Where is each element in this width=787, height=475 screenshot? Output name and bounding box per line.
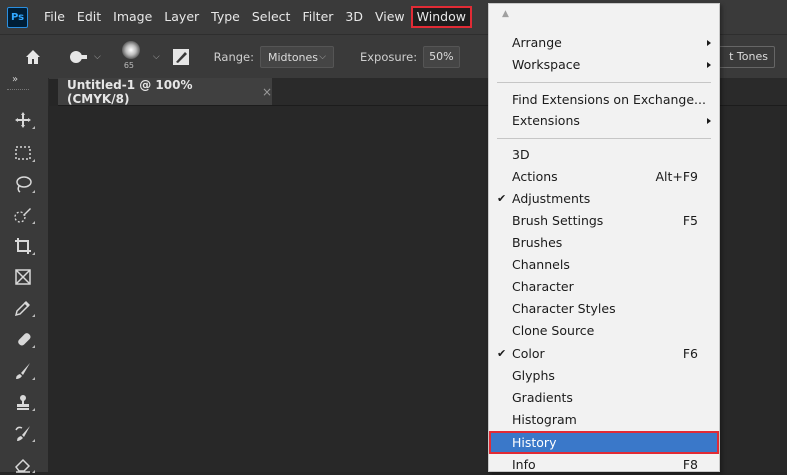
menu-item-3d[interactable]: 3D (489, 144, 719, 166)
menu-item-glyphs[interactable]: Glyphs (489, 365, 719, 387)
brush-preset-picker[interactable]: 65 (115, 39, 147, 75)
photoshop-logo-icon[interactable]: Ps (7, 6, 28, 28)
menu-item-label: Actions (512, 169, 558, 184)
menu-item-label: History (512, 435, 557, 450)
menu-3d[interactable]: 3D (339, 6, 369, 28)
home-icon[interactable] (24, 48, 42, 66)
lasso-tool-icon[interactable] (10, 173, 36, 195)
menu-item-shortcut: F8 (682, 457, 698, 472)
menu-item-find-extensions[interactable]: Find Extensions on Exchange... (489, 89, 719, 111)
tools-panel: » (0, 74, 49, 473)
menu-item-arrange[interactable]: Arrange (489, 32, 719, 54)
menu-item-channels[interactable]: Channels (489, 254, 719, 276)
range-label: Range: (213, 50, 254, 64)
protect-tones-checkbox-label[interactable]: t Tones (713, 46, 775, 68)
menu-item-label: Info (512, 457, 536, 472)
menu-item-label: Workspace (512, 57, 581, 72)
chevron-down-icon: ⌵ (94, 52, 101, 62)
menu-image[interactable]: Image (107, 6, 158, 28)
menu-item-label: Brush Settings (512, 213, 604, 228)
healing-brush-tool-icon[interactable] (10, 328, 36, 350)
menu-item-character[interactable]: Character (489, 276, 719, 298)
menu-item-workspace[interactable]: Workspace (489, 54, 719, 76)
menu-item-label: Extensions (512, 113, 580, 128)
menu-view[interactable]: View (369, 6, 411, 28)
menu-item-label: Channels (512, 257, 570, 272)
document-tab-title: Untitled-1 @ 100% (CMYK/8) (67, 77, 193, 106)
checkmark-icon: ✔ (497, 192, 507, 205)
dodge-tool-icon (70, 51, 87, 63)
menu-item-label: Character (512, 279, 574, 294)
menu-item-label: Brushes (512, 235, 563, 250)
menu-item-label: 3D (512, 147, 530, 162)
submenu-arrow-icon (707, 40, 711, 46)
brush-size-value: 65 (123, 61, 135, 70)
menu-item-label: Find Extensions on Exchange... (512, 92, 706, 107)
menu-window[interactable]: Window (410, 6, 472, 28)
menu-file[interactable]: File (38, 6, 71, 28)
menu-item-shortcut: F6 (682, 346, 698, 361)
exposure-label: Exposure: (359, 50, 418, 64)
menu-item-label: Clone Source (512, 323, 595, 338)
collapse-panel-icon[interactable]: » (12, 74, 18, 85)
menu-item-brush-settings[interactable]: Brush Settings F5 (489, 210, 719, 232)
clone-stamp-tool-icon[interactable] (10, 391, 36, 413)
menu-item-label: Color (512, 346, 545, 361)
panel-grip[interactable] (7, 89, 29, 92)
brush-settings-panel-icon[interactable] (172, 48, 190, 66)
menu-item-gradients[interactable]: Gradients (489, 387, 719, 409)
menu-item-shortcut: Alt+F9 (655, 169, 698, 184)
exposure-input[interactable]: 50% (423, 46, 460, 68)
submenu-arrow-icon (707, 62, 711, 68)
menu-item-adjustments[interactable]: ✔ Adjustments (489, 188, 719, 210)
scroll-up-icon[interactable]: ▲ (489, 4, 719, 24)
menu-item-label: Histogram (512, 412, 577, 427)
history-brush-tool-icon[interactable] (10, 422, 36, 444)
menu-filter[interactable]: Filter (296, 6, 339, 28)
menu-item-label: Gradients (512, 390, 573, 405)
menu-item-histogram[interactable]: Histogram (489, 409, 719, 431)
menu-item-brushes[interactable]: Brushes (489, 232, 719, 254)
menu-layer[interactable]: Layer (158, 6, 205, 28)
marquee-tool-icon[interactable] (10, 142, 36, 164)
chevron-down-icon: ⌵ (319, 52, 326, 62)
quick-selection-tool-icon[interactable] (10, 204, 36, 226)
crop-tool-icon[interactable] (10, 235, 36, 257)
range-select[interactable]: Midtones ⌵ (259, 46, 334, 68)
menu-item-color[interactable]: ✔ Color F6 (489, 343, 719, 365)
eyedropper-tool-icon[interactable] (10, 297, 36, 319)
menu-separator (497, 138, 711, 139)
menu-item-extensions[interactable]: Extensions (489, 110, 719, 132)
checkmark-icon: ✔ (497, 347, 507, 360)
menu-item-shortcut: F5 (682, 213, 698, 228)
chevron-down-icon[interactable]: ⌵ (153, 52, 160, 62)
brush-tip-icon (121, 41, 140, 59)
menu-item-actions[interactable]: Actions Alt+F9 (489, 166, 719, 188)
menu-item-clone-source[interactable]: Clone Source (489, 320, 719, 342)
frame-tool-icon[interactable] (10, 266, 36, 288)
menu-separator (497, 82, 711, 83)
close-icon[interactable]: × (262, 85, 272, 99)
move-tool-icon[interactable] (10, 109, 36, 131)
menu-item-info[interactable]: Info F8 (489, 454, 719, 472)
brush-tool-icon[interactable] (10, 360, 36, 382)
menu-edit[interactable]: Edit (71, 6, 107, 28)
menu-item-character-styles[interactable]: Character Styles (489, 298, 719, 320)
submenu-arrow-icon (707, 118, 711, 124)
document-tab[interactable]: Untitled-1 @ 100% (CMYK/8) × (58, 77, 272, 106)
tool-preset-picker[interactable]: ⌵ (68, 50, 101, 64)
menu-item-label: Adjustments (512, 191, 591, 206)
menu-item-label: Glyphs (512, 368, 555, 383)
window-menu-dropdown: ▲ Arrange Workspace Find Extensions on E… (488, 3, 720, 472)
menu-type[interactable]: Type (205, 6, 246, 28)
menu-select[interactable]: Select (246, 6, 297, 28)
menu-item-label: Character Styles (512, 301, 616, 316)
menu-item-history[interactable]: History (489, 431, 719, 454)
menu-item-label: Arrange (512, 35, 562, 50)
range-value: Midtones (267, 50, 319, 64)
